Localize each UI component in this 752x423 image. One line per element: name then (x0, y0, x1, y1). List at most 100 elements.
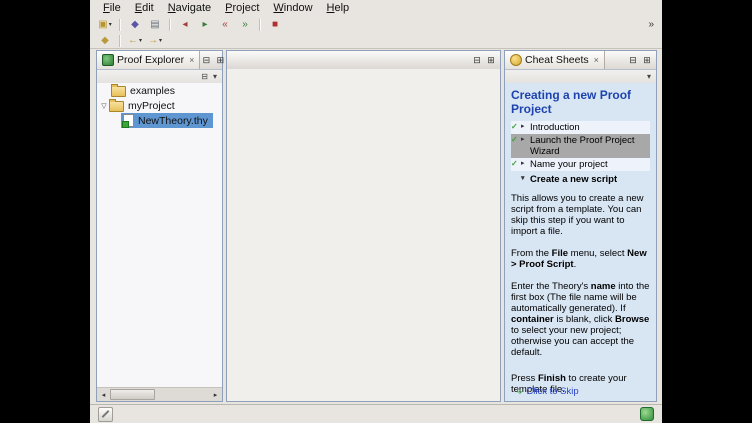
proof-explorer-view-icon (102, 54, 114, 66)
paragraph-text: . (574, 259, 577, 270)
paragraph-text: is blank, click (554, 314, 615, 325)
icon-glyph: « (222, 20, 228, 30)
menu-window[interactable]: Window (266, 1, 319, 15)
cheat-paragraph: This allows you to create a new script f… (511, 193, 650, 237)
menu-file[interactable]: File (96, 1, 128, 15)
minimize-icon[interactable]: ⊟ (471, 55, 483, 66)
cheat-sheets-header: Cheat Sheets × ⊟ ⊞ (505, 51, 656, 70)
folder-icon (111, 86, 126, 97)
collapse-all-icon[interactable]: ⊟ (201, 73, 208, 81)
menu-help[interactable]: Help (320, 1, 357, 15)
icon-glyph: ◂ (182, 20, 187, 30)
edit-mode-icon (98, 407, 113, 422)
icon-glyph: ◆ (131, 20, 139, 30)
status-bar (90, 404, 662, 423)
tab-label: Cheat Sheets (525, 54, 589, 66)
icon-glyph: ▸ (202, 20, 207, 30)
click-to-skip-link[interactable]: ↳ Click to Skip (515, 386, 579, 397)
proof-retract-icon[interactable]: « (215, 16, 235, 33)
new-wizard-icon[interactable]: ▣ ▾ (95, 16, 115, 33)
skip-link-label: Click to Skip (526, 386, 578, 397)
dropdown-arrow-icon[interactable]: ▾ (139, 37, 142, 44)
scroll-right-icon[interactable]: ▸ (209, 391, 222, 399)
icon-glyph: » (242, 20, 248, 30)
minimize-icon[interactable]: ⊟ (200, 55, 212, 66)
step-label: Create a new script (530, 174, 650, 185)
step-launch-wizard[interactable]: ✓ ▸ Launch the Proof Project Wizard (511, 134, 650, 158)
scroll-left-icon[interactable]: ◂ (97, 391, 110, 399)
tab-proof-explorer[interactable]: Proof Explorer × (97, 51, 200, 69)
main-toolbar: ▣ ▾ ◆ ▤ ◂ ▸ « » ■ » (90, 16, 662, 33)
menu-edit[interactable]: Edit (128, 1, 161, 15)
maximize-icon[interactable]: ⊞ (214, 55, 226, 66)
proof-undo-icon[interactable]: ◂ (175, 16, 195, 33)
paragraph-text: menu, select (568, 248, 627, 259)
scrollbar-thumb[interactable] (110, 389, 155, 400)
step-create-script[interactable]: ▾ Create a new script (511, 173, 650, 186)
proof-explorer-header: Proof Explorer × ⊟ ⊞ (97, 51, 222, 70)
paragraph-text: to select your new project; otherwise yo… (511, 325, 634, 358)
project-tree: examples ▽ myProject NewTheory.thy (97, 83, 222, 388)
check-icon: ✓ (511, 122, 521, 132)
toolbar-separator (119, 19, 121, 31)
save-icon[interactable]: ◆ (125, 16, 145, 33)
check-icon: ✓ (511, 135, 521, 145)
proof-explorer-panel: Proof Explorer × ⊟ ⊞ ⊟ ▾ examples ▽ myPr… (96, 50, 223, 402)
minimize-icon[interactable]: ⊟ (627, 55, 639, 66)
editor-area-panel: ⊟ ⊞ (226, 50, 501, 402)
chevron-right-icon[interactable]: ▸ (521, 135, 530, 145)
proof-next-icon[interactable]: ▸ (195, 16, 215, 33)
tree-item-myproject[interactable]: ▽ myProject (97, 98, 222, 113)
close-icon[interactable]: × (189, 55, 194, 65)
chevron-right-icon[interactable]: ▸ (521, 122, 530, 132)
toolbar-separator (169, 19, 171, 31)
icon-glyph: ■ (272, 20, 278, 30)
icon-glyph: → (148, 36, 158, 46)
open-folder-icon (109, 101, 124, 112)
cheat-sheets-panel: Cheat Sheets × ⊟ ⊞ ▾ Creating a new Proo… (504, 50, 657, 402)
tab-label: Proof Explorer (117, 54, 184, 66)
panel-controls: ⊟ ⊞ (471, 51, 500, 69)
menu-bar: File Edit Navigate Project Window Help (90, 0, 662, 16)
forward-icon[interactable]: → ▾ (145, 32, 165, 49)
paragraph-text: Enter the Theory's (511, 281, 591, 292)
paragraph-text: name (591, 281, 616, 292)
cheat-sheet-title: Creating a new Proof Project (511, 88, 650, 116)
icon-glyph: ← (128, 36, 138, 46)
tab-cheat-sheets[interactable]: Cheat Sheets × (505, 51, 605, 69)
check-icon: ✓ (511, 159, 521, 169)
step-name-project[interactable]: ✓ ▸ Name your project (511, 158, 650, 171)
toolbar-overflow-chevron[interactable]: » (648, 19, 654, 30)
print-icon[interactable]: ▤ (145, 16, 165, 33)
toolbar-separator (259, 19, 261, 31)
back-icon[interactable]: ← ▾ (125, 32, 145, 49)
chevron-down-icon[interactable]: ▾ (521, 174, 530, 184)
theory-file-icon (123, 114, 134, 127)
close-icon[interactable]: × (594, 55, 599, 65)
expander-open-icon[interactable]: ▽ (99, 102, 109, 110)
desktop: { "colors": { "selection_blue": "#5e96d2… (0, 0, 752, 423)
chevron-right-icon[interactable]: ▸ (521, 159, 530, 169)
interrupt-icon[interactable]: ■ (265, 16, 285, 33)
maximize-icon[interactable]: ⊞ (485, 55, 497, 66)
dropdown-arrow-icon[interactable]: ▾ (159, 37, 162, 44)
step-introduction[interactable]: ✓ ▸ Introduction (511, 121, 650, 134)
horizontal-scrollbar[interactable]: ◂ ▸ (97, 387, 222, 401)
menu-project[interactable]: Project (218, 1, 266, 15)
tree-item-newtheory[interactable]: NewTheory.thy (97, 113, 222, 128)
dropdown-arrow-icon[interactable]: ▾ (109, 21, 112, 28)
scrollbar-track[interactable] (110, 388, 209, 401)
icon-glyph: ◆ (101, 36, 109, 46)
collapse-all-icon[interactable]: ▾ (647, 73, 651, 81)
view-menu-icon[interactable]: ▾ (213, 73, 217, 81)
proof-goto-icon[interactable]: » (235, 16, 255, 33)
icon-glyph: ▤ (150, 20, 159, 30)
menu-navigate[interactable]: Navigate (161, 1, 218, 15)
editor-header: ⊟ ⊞ (227, 51, 500, 70)
maximize-icon[interactable]: ⊞ (641, 55, 653, 66)
editor-content[interactable] (227, 69, 500, 401)
tree-item-examples[interactable]: examples (97, 83, 222, 98)
paragraph-text: Press (511, 373, 538, 384)
last-edit-location-icon[interactable]: ◆ (95, 32, 115, 49)
toolbar-separator (119, 35, 121, 47)
